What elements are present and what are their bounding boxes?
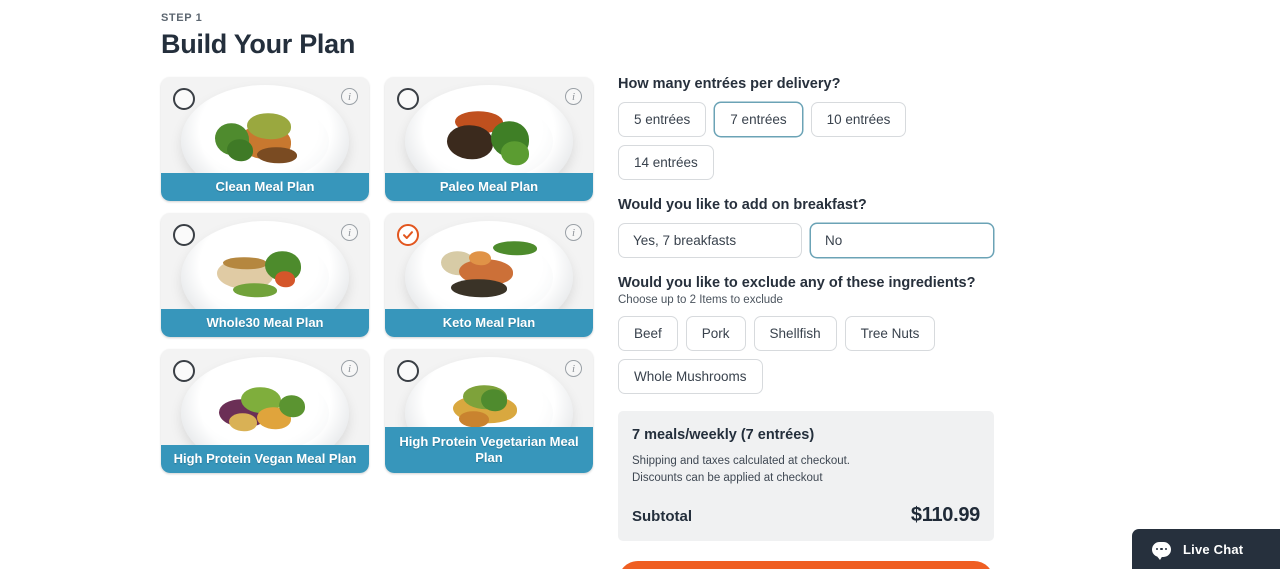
build-your-plan-page: STEP 1 Build Your Plan i Clean Meal Plan bbox=[0, 0, 1280, 569]
info-icon[interactable]: i bbox=[565, 360, 582, 377]
radio-unchecked-icon[interactable] bbox=[397, 88, 419, 110]
exclude-option-shellfish[interactable]: Shellfish bbox=[753, 316, 837, 351]
breakfast-options: Yes, 7 breakfasts No bbox=[618, 223, 994, 258]
plan-card-keto[interactable]: i Keto Meal Plan bbox=[385, 213, 593, 337]
breakfast-option-yes[interactable]: Yes, 7 breakfasts bbox=[618, 223, 802, 258]
info-icon[interactable]: i bbox=[341, 360, 358, 377]
radio-unchecked-icon[interactable] bbox=[173, 360, 195, 382]
page-title: Build Your Plan bbox=[161, 29, 356, 59]
entrees-option-7[interactable]: 7 entrées bbox=[714, 102, 803, 137]
summary-note-discounts: Discounts can be applied at checkout bbox=[632, 472, 823, 485]
breakfast-question: Would you like to add on breakfast? bbox=[618, 197, 867, 213]
exclude-option-whole-mushrooms[interactable]: Whole Mushrooms bbox=[618, 359, 763, 394]
plan-card-paleo[interactable]: i Paleo Meal Plan bbox=[385, 77, 593, 201]
plan-card-label: Keto Meal Plan bbox=[385, 308, 593, 337]
summary-note-shipping: Shipping and taxes calculated at checkou… bbox=[632, 455, 851, 467]
subtotal-value: $110.99 bbox=[910, 503, 980, 526]
exclude-subtitle: Choose up to 2 Items to exclude bbox=[618, 294, 783, 306]
plan-card-label: High Protein Vegetarian Meal Plan bbox=[385, 426, 593, 473]
entrees-question: How many entrées per delivery? bbox=[618, 76, 841, 92]
live-chat-widget[interactable]: Live Chat bbox=[1132, 529, 1280, 569]
order-summary: 7 meals/weekly (7 entrées) Shipping and … bbox=[618, 411, 994, 541]
meal-plan-grid: i Clean Meal Plan i Paleo Meal Plan i Wh… bbox=[161, 77, 593, 473]
exclude-option-pork[interactable]: Pork bbox=[685, 316, 746, 351]
plan-card-whole30[interactable]: i Whole30 Meal Plan bbox=[161, 213, 369, 337]
subtotal-label: Subtotal bbox=[632, 507, 692, 525]
info-icon[interactable]: i bbox=[341, 224, 358, 241]
breakfast-option-no[interactable]: No bbox=[810, 223, 994, 258]
plan-card-label: High Protein Vegan Meal Plan bbox=[161, 444, 369, 473]
radio-unchecked-icon[interactable] bbox=[173, 224, 195, 246]
radio-unchecked-icon[interactable] bbox=[397, 360, 419, 382]
info-icon[interactable]: i bbox=[565, 224, 582, 241]
page-header: STEP 1 Build Your Plan bbox=[161, 12, 355, 60]
radio-unchecked-icon[interactable] bbox=[173, 88, 195, 110]
entrees-option-10[interactable]: 10 entrées bbox=[810, 102, 907, 137]
live-chat-label: Live Chat bbox=[1183, 541, 1244, 557]
plan-card-label: Clean Meal Plan bbox=[161, 172, 369, 201]
plan-card-label: Paleo Meal Plan bbox=[385, 172, 593, 201]
next-button[interactable]: Next→ bbox=[618, 560, 994, 569]
exclude-options: Beef Pork Shellfish Tree Nuts Whole Mush… bbox=[618, 316, 994, 394]
plan-configuration-panel: How many entrées per delivery? 5 entrées… bbox=[618, 76, 994, 569]
chat-bubble-icon bbox=[1152, 541, 1171, 560]
exclude-option-beef[interactable]: Beef bbox=[618, 316, 678, 351]
exclude-question: Would you like to exclude any of these i… bbox=[618, 275, 976, 291]
plan-card-label: Whole30 Meal Plan bbox=[161, 308, 369, 337]
entrees-option-5[interactable]: 5 entrées bbox=[618, 102, 707, 137]
plan-card-high-protein-vegetarian[interactable]: i High Protein Vegetarian Meal Plan bbox=[385, 349, 593, 473]
radio-checked-icon[interactable] bbox=[397, 224, 419, 246]
entrees-option-14[interactable]: 14 entrées bbox=[618, 145, 714, 180]
info-icon[interactable]: i bbox=[565, 88, 582, 105]
summary-title: 7 meals/weekly (7 entrées) bbox=[632, 427, 815, 443]
entrees-options: 5 entrées 7 entrées 10 entrées 14 entrée… bbox=[618, 102, 994, 180]
plan-card-high-protein-vegan[interactable]: i High Protein Vegan Meal Plan bbox=[161, 349, 369, 473]
summary-notes: Shipping and taxes calculated at checkou… bbox=[632, 453, 980, 488]
summary-subtotal-row: Subtotal $110.99 bbox=[632, 504, 980, 527]
exclude-option-tree-nuts[interactable]: Tree Nuts bbox=[844, 316, 936, 351]
step-label: STEP 1 bbox=[161, 12, 203, 24]
plan-card-clean[interactable]: i Clean Meal Plan bbox=[161, 77, 369, 201]
info-icon[interactable]: i bbox=[341, 88, 358, 105]
